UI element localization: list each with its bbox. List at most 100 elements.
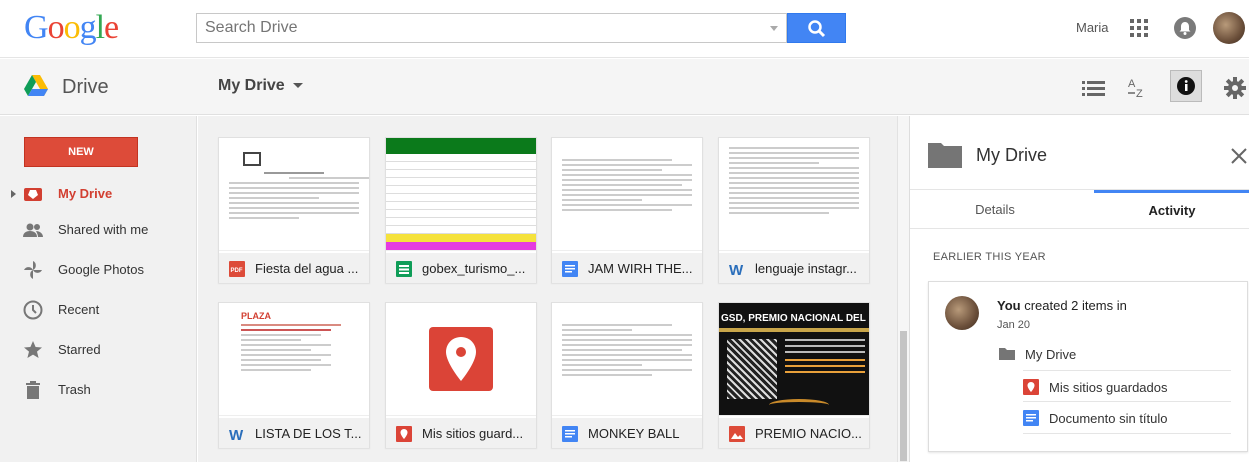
word-file-icon: W — [729, 262, 744, 277]
sidebar-item-label: Google Photos — [58, 262, 145, 277]
folder-icon — [928, 143, 962, 168]
word-file-icon: W — [229, 427, 244, 442]
sidebar: NEW My Drive Shared with me Google Photo… — [0, 116, 197, 462]
user-avatar[interactable] — [1213, 12, 1245, 44]
file-thumbnail — [719, 138, 869, 251]
search-button[interactable] — [787, 13, 846, 43]
file-card[interactable]: MONKEY BALL — [551, 302, 703, 448]
doc-file-icon — [562, 426, 578, 442]
sidebar-item-label: Shared with me — [58, 222, 149, 237]
file-thumbnail — [552, 138, 702, 251]
activity-action: created 2 items in — [1020, 298, 1127, 313]
content-scrollbar[interactable] — [897, 116, 909, 462]
details-panel: My Drive Details Activity EARLIER THIS Y… — [909, 116, 1249, 462]
spreadsheet-file-icon — [396, 261, 412, 277]
doc-file-icon — [1023, 410, 1039, 426]
sidebar-item-starred[interactable]: Starred — [0, 334, 197, 366]
sidebar-item-trash[interactable]: Trash — [0, 374, 197, 406]
sidebar-item-label: Recent — [58, 302, 100, 317]
close-icon[interactable] — [1230, 147, 1248, 165]
sidebar-item-google-photos[interactable]: Google Photos — [0, 254, 197, 286]
svg-text:A: A — [1128, 78, 1136, 90]
drive-toolbar: Drive My Drive A Z — [0, 59, 1249, 115]
activity-card: You created 2 items in Jan 20 My Drive M… — [928, 281, 1248, 452]
panel-tabs: Details Activity — [910, 189, 1249, 229]
sidebar-item-label: Trash — [58, 382, 91, 397]
avatar — [945, 296, 979, 330]
svg-text:W: W — [729, 262, 744, 277]
location-menu[interactable]: My Drive — [218, 77, 303, 95]
sidebar-item-my-drive[interactable]: My Drive — [0, 178, 197, 210]
clock-icon — [23, 300, 43, 320]
sidebar-item-label: My Drive — [58, 186, 113, 201]
activity-folder[interactable]: My Drive — [999, 338, 1231, 370]
details-button[interactable] — [1170, 70, 1202, 102]
my-drive-icon — [24, 188, 42, 201]
folder-icon — [999, 348, 1015, 360]
tab-details[interactable]: Details — [910, 190, 1080, 230]
file-card[interactable]: JAM WIRH THE... — [551, 137, 703, 283]
search-icon — [808, 20, 826, 38]
top-bar: Google Maria — [0, 0, 1249, 58]
activity-item[interactable]: Mis sitios guardados — [1023, 370, 1231, 402]
search-options-chevron-icon[interactable] — [770, 26, 778, 31]
map-file-icon — [1023, 379, 1039, 395]
trash-icon — [26, 381, 40, 399]
map-pin-icon — [446, 337, 476, 381]
file-card[interactable]: PDF Fiesta del agua ... — [218, 137, 370, 283]
settings-gear-icon[interactable] — [1220, 73, 1249, 103]
search-input[interactable] — [197, 14, 757, 42]
apps-grid-icon[interactable] — [1130, 19, 1148, 37]
expand-arrow-icon[interactable] — [11, 190, 16, 198]
drive-logo-icon[interactable] — [24, 75, 48, 97]
file-thumbnail — [552, 303, 702, 416]
notifications-bell-icon[interactable] — [1174, 17, 1196, 39]
activity-folder-label: My Drive — [1025, 347, 1077, 362]
search-box[interactable] — [196, 13, 787, 43]
file-thumbnail — [219, 138, 369, 251]
activity-item-label: Documento sin título — [1049, 411, 1168, 426]
file-thumbnail — [386, 138, 536, 251]
new-button[interactable]: NEW — [24, 137, 138, 167]
file-card[interactable]: W lenguaje instagr... — [718, 137, 870, 283]
file-card[interactable]: PLAZA W LISTA DE LOS T... — [218, 302, 370, 448]
activity-actor: You — [997, 298, 1021, 313]
file-name: lenguaje instagr... — [755, 261, 857, 276]
sidebar-item-label: Starred — [58, 342, 101, 357]
info-icon — [1177, 77, 1195, 95]
google-logo[interactable]: Google — [24, 8, 119, 48]
sidebar-item-recent[interactable]: Recent — [0, 294, 197, 326]
file-thumbnail — [386, 303, 536, 416]
file-thumbnail: GSD, PREMIO NACIONAL DEL DEPOR — [719, 303, 869, 416]
chevron-down-icon — [292, 83, 303, 89]
file-card[interactable]: Mis sitios guard... — [385, 302, 537, 448]
file-name: Mis sitios guard... — [422, 426, 524, 441]
file-name: gobex_turismo_... — [422, 261, 526, 276]
svg-text:Z: Z — [1136, 88, 1143, 100]
scrollbar-thumb[interactable] — [900, 331, 907, 462]
map-file-icon — [396, 426, 412, 442]
app-name: Drive — [62, 76, 109, 98]
file-grid: PDF Fiesta del agua ... gobex_turismo_..… — [198, 116, 897, 462]
list-view-icon[interactable] — [1079, 73, 1109, 103]
file-card[interactable]: gobex_turismo_... — [385, 137, 537, 283]
tab-activity[interactable]: Activity — [1094, 190, 1249, 230]
activity-item[interactable]: Documento sin título — [1023, 402, 1231, 434]
file-thumbnail: PLAZA — [219, 303, 369, 416]
photos-pinwheel-icon — [24, 261, 42, 279]
image-file-icon — [729, 426, 745, 442]
user-name[interactable]: Maria — [1076, 20, 1109, 35]
shared-people-icon — [23, 223, 43, 237]
location-label: My Drive — [218, 77, 285, 94]
file-name: JAM WIRH THE... — [588, 261, 693, 276]
thumbnail-heading: GSD, PREMIO NACIONAL DEL DEPOR — [721, 313, 869, 324]
file-name: PREMIO NACIO... — [755, 426, 862, 441]
section-heading: EARLIER THIS YEAR — [933, 251, 1046, 263]
svg-text:PDF: PDF — [231, 268, 243, 274]
file-name: LISTA DE LOS T... — [255, 426, 362, 441]
activity-item-label: Mis sitios guardados — [1049, 380, 1168, 395]
sort-az-icon[interactable]: A Z — [1123, 73, 1153, 103]
file-card[interactable]: GSD, PREMIO NACIONAL DEL DEPOR PREMIO NA… — [718, 302, 870, 448]
sidebar-item-shared-with-me[interactable]: Shared with me — [0, 214, 197, 246]
svg-text:W: W — [229, 427, 244, 442]
